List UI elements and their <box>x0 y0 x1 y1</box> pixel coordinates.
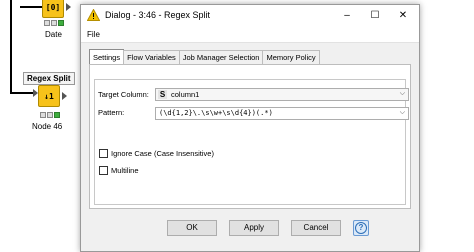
tab-flow-variables[interactable]: Flow Variables <box>123 50 180 64</box>
help-button[interactable]: ? <box>353 220 369 236</box>
maximize-button[interactable]: ☐ <box>367 8 383 24</box>
dialog-title: Dialog - 3:46 - Regex Split <box>105 10 211 20</box>
tab-memory-policy[interactable]: Memory Policy <box>262 50 320 64</box>
pattern-label: Pattern: <box>98 108 125 117</box>
status-light <box>40 112 46 118</box>
tab-settings[interactable]: Settings <box>89 49 125 64</box>
output-port[interactable] <box>66 3 71 11</box>
status-light <box>44 20 50 26</box>
chevron-down-icon[interactable]: ⌵ <box>400 109 405 117</box>
ignore-case-label: Ignore Case (Case Insensitive) <box>111 149 214 158</box>
ok-button[interactable]: OK <box>167 220 217 236</box>
regex-split-dialog: Dialog - 3:46 - Regex Split – ☐ ✕ File S… <box>80 4 420 252</box>
close-button[interactable]: ✕ <box>395 8 411 24</box>
node-icon-glyph: [0] <box>45 2 61 12</box>
multiline-label: Multiline <box>111 166 139 175</box>
tab-bar: Settings Flow Variables Job Manager Sele… <box>89 49 320 64</box>
status-light <box>47 112 53 118</box>
status-light <box>51 20 57 26</box>
node-label-regex: Node 46 <box>32 122 63 131</box>
target-column-value: column1 <box>171 90 200 99</box>
ignore-case-checkbox[interactable] <box>99 149 108 158</box>
minimize-button[interactable]: – <box>339 8 355 24</box>
connection-wire <box>10 0 12 93</box>
date-node-icon[interactable]: [0] <box>42 0 64 18</box>
target-column-select[interactable]: S column1 ⌵ <box>155 88 409 101</box>
help-icon: ? <box>355 222 367 234</box>
pattern-input[interactable]: (\d{1,2}\.\s\w+\s\d{4})(.*) ⌵ <box>155 107 409 120</box>
regex-split-node-icon[interactable]: ↓1 <box>38 85 60 107</box>
node-icon-glyph: ↓1 <box>44 91 54 101</box>
warning-icon <box>87 9 100 21</box>
settings-group: Target Column: S column1 ⌵ Pattern: (\d{… <box>94 79 409 205</box>
status-light-ok <box>58 20 64 26</box>
menu-bar: File <box>81 27 419 43</box>
string-type-icon: S <box>158 90 167 99</box>
connection-wire <box>20 6 42 8</box>
status-light-ok <box>54 112 60 118</box>
menu-file[interactable]: File <box>87 30 100 39</box>
multiline-checkbox[interactable] <box>99 166 108 175</box>
tab-job-manager-selection[interactable]: Job Manager Selection <box>178 50 264 64</box>
apply-button[interactable]: Apply <box>229 220 279 236</box>
cancel-button[interactable]: Cancel <box>291 220 341 236</box>
node-status-lights <box>44 20 64 26</box>
regex-split-node-title[interactable]: Regex Split <box>23 72 75 85</box>
node-status-lights <box>40 112 60 118</box>
settings-panel: Target Column: S column1 ⌵ Pattern: (\d{… <box>89 64 411 209</box>
target-column-label: Target Column: <box>98 90 149 99</box>
node-label-date: Date <box>45 30 62 39</box>
dialog-titlebar[interactable]: Dialog - 3:46 - Regex Split – ☐ ✕ <box>81 5 419 27</box>
output-port[interactable] <box>62 92 67 100</box>
chevron-down-icon: ⌵ <box>399 90 405 97</box>
pattern-value: (\d{1,2}\.\s\w+\s\d{4})(.*) <box>159 109 273 117</box>
